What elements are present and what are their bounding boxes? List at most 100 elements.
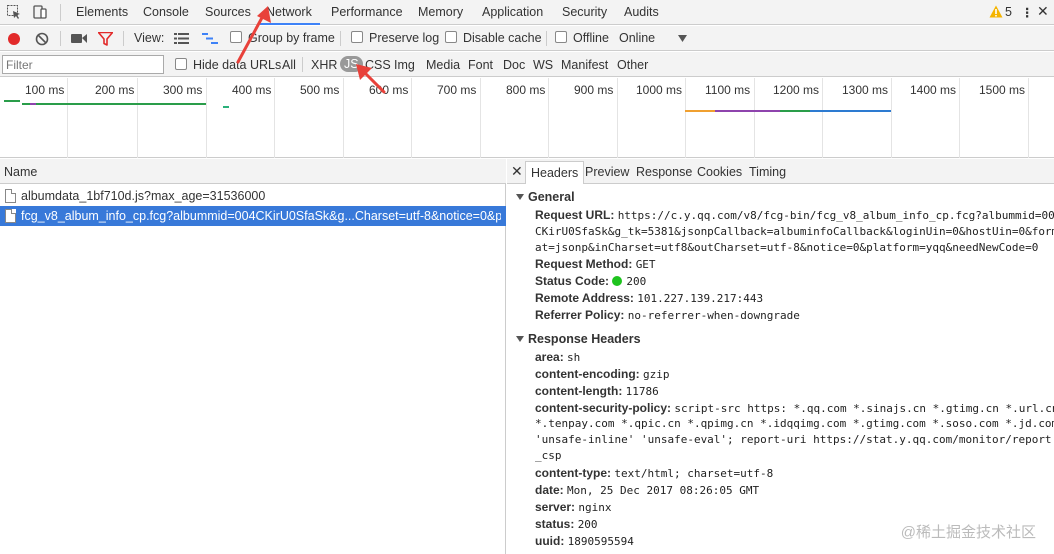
- remote-address-row: Remote Address: 101.227.139.217:443: [535, 291, 763, 305]
- header-row: status: 200: [535, 517, 598, 531]
- request-row-selected[interactable]: fcg_v8_album_info_cp.fcg?albummid=004CKi…: [0, 206, 506, 226]
- tab-performance[interactable]: Performance: [331, 5, 403, 19]
- close-devtools-icon[interactable]: ✕: [1037, 3, 1049, 20]
- filter-input[interactable]: [2, 55, 164, 74]
- hide-data-urls-checkbox[interactable]: [175, 58, 187, 70]
- record-button[interactable]: [7, 32, 21, 46]
- tab-security[interactable]: Security: [562, 5, 607, 19]
- header-value: script-src https: *.qq.com *.sinajs.cn *…: [674, 402, 1054, 415]
- tab-audits[interactable]: Audits: [624, 5, 659, 19]
- triangle-down-icon: [516, 194, 524, 200]
- chevron-down-icon[interactable]: [678, 35, 687, 42]
- header-key: date:: [535, 483, 564, 497]
- tab-preview[interactable]: Preview: [585, 165, 629, 179]
- device-toolbar-icon[interactable]: [32, 4, 48, 20]
- large-rows-icon[interactable]: [174, 33, 189, 44]
- details-tab-bar: ✕ Headers Preview Response Cookies Timin…: [507, 159, 1054, 184]
- more-vert-icon[interactable]: ⋮: [1021, 5, 1033, 20]
- tick-label: 1400 ms: [910, 83, 957, 97]
- header-value: text/html; charset=utf-8: [614, 467, 774, 480]
- filter-separator: [302, 57, 303, 72]
- capture-screenshots-icon[interactable]: [71, 33, 87, 44]
- throttling-select[interactable]: Online: [619, 31, 655, 45]
- response-headers-section-header[interactable]: Response Headers: [516, 332, 641, 346]
- tick-line: [480, 78, 481, 158]
- tick-line: [1028, 78, 1029, 158]
- header-value-continuation: 'unsafe-inline' 'unsafe-eval'; report-ur…: [535, 433, 1052, 446]
- tab-memory[interactable]: Memory: [418, 5, 463, 19]
- request-details-panel: ✕ Headers Preview Response Cookies Timin…: [507, 159, 1054, 554]
- tab-separator: [60, 4, 61, 21]
- request-row[interactable]: albumdata_1bf710d.js?max_age=31536000: [0, 186, 506, 206]
- tick-line: [274, 78, 275, 158]
- request-method-key: Request Method:: [535, 257, 633, 271]
- tab-cookies[interactable]: Cookies: [697, 165, 742, 179]
- tick-label: 1500 ms: [979, 83, 1026, 97]
- toolbar-separator: [340, 31, 341, 46]
- tick-label: 1100 ms: [705, 83, 751, 97]
- type-filter-font[interactable]: Font: [468, 58, 493, 72]
- tab-timing[interactable]: Timing: [749, 165, 786, 179]
- disable-cache-checkbox[interactable]: [445, 31, 457, 43]
- type-filter-xhr[interactable]: XHR: [311, 58, 337, 72]
- tick-label: 900 ms: [574, 83, 614, 97]
- tick-label: 1300 ms: [842, 83, 889, 97]
- header-key: content-security-policy:: [535, 401, 672, 415]
- preserve-log-checkbox[interactable]: [351, 31, 363, 43]
- general-section-header[interactable]: General: [516, 190, 575, 204]
- type-filter-manifest[interactable]: Manifest: [561, 58, 608, 72]
- tab-application[interactable]: Application: [482, 5, 543, 19]
- header-row: content-type: text/html; charset=utf-8: [535, 466, 773, 480]
- warning-count[interactable]: 5: [1005, 5, 1012, 19]
- type-filter-doc[interactable]: Doc: [503, 58, 525, 72]
- header-value: Mon, 25 Dec 2017 08:26:05 GMT: [567, 484, 760, 497]
- offline-checkbox[interactable]: [555, 31, 567, 43]
- tab-elements[interactable]: Elements: [76, 5, 128, 19]
- timeline-bar: [223, 106, 229, 108]
- watermark: @稀土掘金技术社区: [900, 524, 1036, 541]
- name-column-header[interactable]: Name: [4, 165, 37, 179]
- header-key: status:: [535, 517, 575, 531]
- tab-response[interactable]: Response: [636, 165, 692, 179]
- timeline-bar: [780, 110, 810, 112]
- request-list-header[interactable]: Name: [0, 159, 506, 184]
- close-details-icon[interactable]: ✕: [511, 163, 523, 180]
- toolbar-separator: [123, 31, 124, 46]
- header-value-continuation: _csp: [535, 449, 562, 462]
- tab-headers[interactable]: Headers: [525, 161, 585, 184]
- type-filter-all[interactable]: All: [282, 58, 296, 72]
- overview-waterfall-icon[interactable]: [202, 33, 218, 44]
- timeline-bar: [4, 100, 20, 102]
- inspect-element-icon[interactable]: [6, 4, 22, 20]
- referrer-policy-row: Referrer Policy: no-referrer-when-downgr…: [535, 308, 800, 322]
- request-method-row: Request Method: GET: [535, 257, 656, 271]
- type-filter-ws[interactable]: WS: [533, 58, 553, 72]
- header-value: 200: [577, 518, 598, 531]
- toolbar-separator: [60, 31, 61, 46]
- tick-line: [206, 78, 207, 158]
- tab-console[interactable]: Console: [143, 5, 189, 19]
- request-list: Name albumdata_1bf710d.js?max_age=315360…: [0, 159, 506, 554]
- file-icon: [5, 209, 16, 223]
- tick-line: [754, 78, 755, 158]
- tick-label: 1000 ms: [636, 83, 683, 97]
- tick-label: 1200 ms: [773, 83, 820, 97]
- header-value: nginx: [578, 501, 612, 514]
- tick-label: 200 ms: [95, 83, 135, 97]
- tick-line: [959, 78, 960, 158]
- type-filter-media[interactable]: Media: [426, 58, 460, 72]
- tick-label: 500 ms: [300, 83, 340, 97]
- clear-icon[interactable]: [35, 32, 49, 46]
- tick-label: 300 ms: [163, 83, 203, 97]
- status-code-key: Status Code:: [535, 274, 610, 288]
- header-key: content-length:: [535, 384, 623, 398]
- request-method-value: GET: [635, 258, 656, 271]
- type-filter-img[interactable]: Img: [394, 58, 415, 72]
- header-key: content-type:: [535, 466, 611, 480]
- filter-icon[interactable]: [98, 32, 113, 46]
- header-value: 1890595594: [567, 535, 634, 548]
- warning-icon[interactable]: [989, 5, 1003, 18]
- timeline-overview[interactable]: 100 ms 200 ms 300 ms 400 ms 500 ms 600 m…: [0, 78, 1054, 158]
- file-icon: [5, 189, 16, 203]
- type-filter-other[interactable]: Other: [617, 58, 648, 72]
